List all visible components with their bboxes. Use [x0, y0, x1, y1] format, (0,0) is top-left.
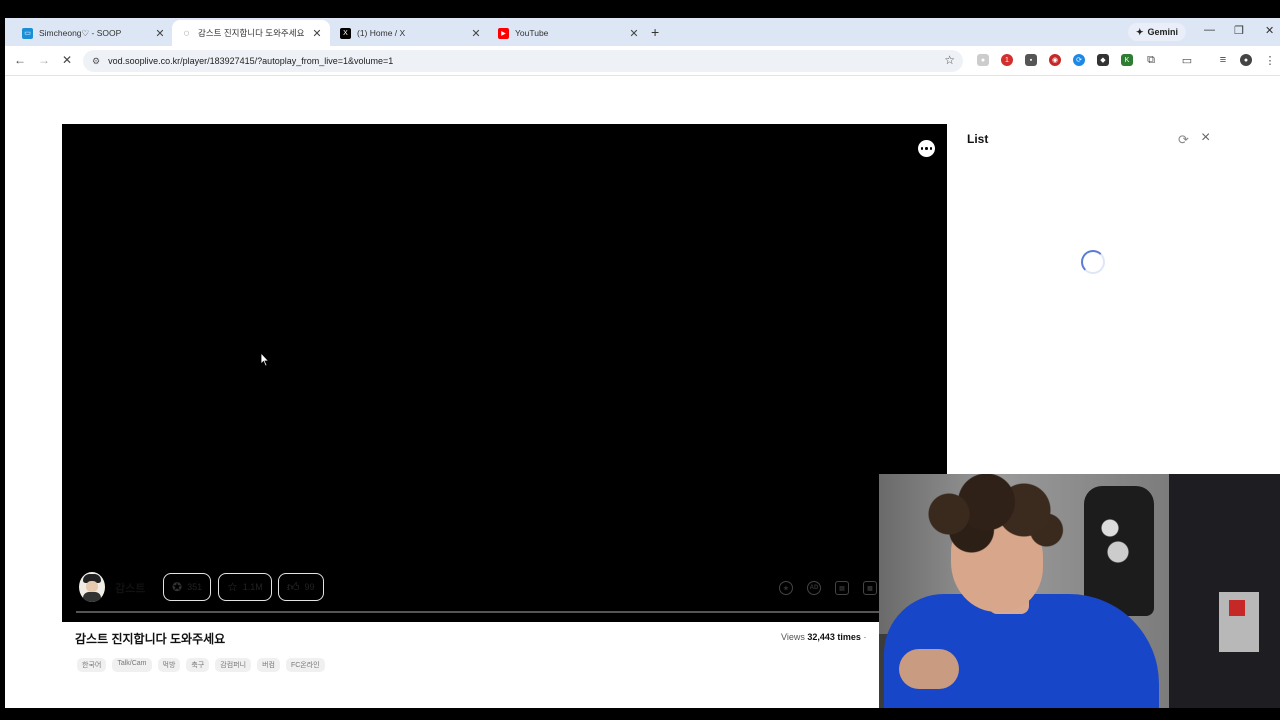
forward-icon[interactable]: → [38, 53, 50, 67]
tag-chip[interactable]: 한국어 [77, 658, 107, 672]
x-icon: X [340, 27, 351, 39]
tab-soop[interactable]: ▭ Simcheong♡ - SOOP ✕ [13, 20, 173, 46]
site-settings-icon[interactable]: ⚙ [92, 56, 100, 67]
tab-youtube[interactable]: ▶ YouTube ✕ [489, 20, 647, 46]
new-tab-button[interactable]: + [651, 24, 659, 40]
url-text[interactable]: vod.sooplive.co.kr/player/183927415/?aut… [108, 56, 393, 66]
shield-icon[interactable]: ◆ [1097, 54, 1109, 66]
browser-toolbar: ← → ✕ ⚙ vod.sooplive.co.kr/player/183927… [5, 46, 1280, 76]
tag-chip[interactable]: Talk/Cam [112, 658, 152, 672]
back-icon[interactable]: ← [14, 53, 26, 67]
youtube-icon: ▶ [498, 27, 509, 39]
views-number: 32,443 times [807, 632, 861, 642]
tab-title: YouTube [515, 28, 549, 38]
webcam-overlay [879, 474, 1280, 708]
tab-x[interactable]: X (1) Home / X ✕ [331, 20, 489, 46]
like-count: 99 [304, 582, 315, 592]
tag-chip[interactable]: 감컴퍼니 [215, 658, 252, 672]
cast-icon[interactable]: ▭ [1181, 54, 1193, 67]
chat-bubble-icon[interactable] [918, 140, 935, 157]
reading-list-icon[interactable]: ≡ [1217, 54, 1229, 66]
tag-list: 한국어 Talk/Cam 먹방 축구 감컴퍼니 버컴 FC온라인 [77, 658, 325, 672]
extension-icon[interactable]: ◉ [1049, 54, 1061, 66]
minimize-icon[interactable]: — [1204, 24, 1215, 36]
star-icon: ☆ [227, 580, 238, 594]
bookmark-star-icon[interactable]: ☆ [944, 53, 955, 67]
soop-icon: ▭ [22, 27, 33, 39]
close-tab-icon[interactable]: ✕ [469, 27, 483, 40]
gemini-button[interactable]: ✦ Gemini [1128, 23, 1187, 41]
tab-title: 감스트 진지합니다 도와주세요 [198, 28, 305, 38]
side-panel-title: List [967, 132, 989, 146]
clip-icon[interactable]: ▤ [835, 581, 849, 595]
restore-icon[interactable]: ❐ [1234, 24, 1244, 37]
extension-icon[interactable]: ⟳ [1073, 54, 1085, 66]
menu-icon[interactable]: ⋮ [1264, 54, 1276, 67]
video-title: 감스트 진지합니다 도와주세요 [75, 632, 226, 646]
close-tab-icon[interactable]: ✕ [627, 27, 641, 40]
extension-icon[interactable]: ● [977, 54, 989, 66]
video-info-bar: 감스트 ✪ 351 ☆ 1.1M 👍︎ 99 ★ AD ▤ ▦ [75, 572, 885, 604]
screen: ▭ Simcheong♡ - SOOP ✕ ◌ 감스트 진지합니다 도와주세요 … [0, 0, 1280, 720]
close-tab-icon[interactable]: ✕ [310, 27, 324, 40]
views-label: Views [781, 632, 805, 642]
streamer-name[interactable]: 감스트 [115, 580, 145, 596]
refresh-icon[interactable]: ⟳ [1178, 132, 1189, 148]
address-bar[interactable]: ⚙ vod.sooplive.co.kr/player/183927415/?a… [83, 50, 963, 72]
like-button[interactable]: 👍︎ 99 [278, 573, 324, 601]
subscribe-icon: ✪ [172, 580, 183, 594]
video-player[interactable] [62, 124, 947, 622]
close-window-icon[interactable]: ✕ [1265, 24, 1274, 37]
gemini-label: Gemini [1147, 27, 1179, 37]
close-tab-icon[interactable]: ✕ [153, 27, 167, 40]
loading-spinner [1081, 250, 1105, 274]
profile-avatar[interactable]: ● [1240, 54, 1252, 66]
mouse-cursor-icon [260, 352, 270, 367]
extension-icon[interactable]: K [1121, 54, 1133, 66]
thumbs-up-icon: 👍︎ [287, 579, 300, 594]
progress-bar[interactable] [76, 611, 933, 613]
tab-title: (1) Home / X [357, 28, 406, 38]
view-count: Views 32,443 times · [781, 632, 866, 642]
loading-icon: ◌ [183, 27, 190, 39]
favorite-count: 1.1M [242, 582, 263, 592]
gemini-icon: ✦ [1136, 26, 1144, 37]
close-panel-icon[interactable]: × [1201, 129, 1210, 147]
views-separator: · [863, 632, 867, 642]
ad-icon[interactable]: AD [807, 581, 821, 595]
subscriber-count: 351 [187, 582, 203, 592]
tag-chip[interactable]: 축구 [186, 658, 210, 672]
extension-badge-icon[interactable]: 1 [1001, 54, 1013, 66]
tab-active-video[interactable]: ◌ 감스트 진지합니다 도와주세요 ✕ [172, 20, 330, 46]
stop-loading-icon[interactable]: ✕ [62, 53, 72, 67]
favorite-button[interactable]: ☆ 1.1M [218, 573, 272, 601]
puzzle-icon[interactable]: ⧉ [1145, 54, 1157, 66]
tag-chip[interactable]: 버컴 [257, 658, 280, 672]
tag-chip[interactable]: FC온라인 [285, 658, 325, 672]
streamer-avatar[interactable] [79, 572, 105, 602]
subscribe-button[interactable]: ✪ 351 [163, 573, 212, 601]
tab-title: Simcheong♡ - SOOP [39, 27, 122, 38]
tag-chip[interactable]: 먹방 [157, 658, 181, 672]
extension-icon[interactable]: ▪ [1025, 54, 1037, 66]
tab-strip: ▭ Simcheong♡ - SOOP ✕ ◌ 감스트 진지합니다 도와주세요 … [5, 18, 1280, 46]
badge-icon[interactable]: ★ [779, 581, 793, 595]
grid-icon[interactable]: ▦ [863, 581, 877, 595]
